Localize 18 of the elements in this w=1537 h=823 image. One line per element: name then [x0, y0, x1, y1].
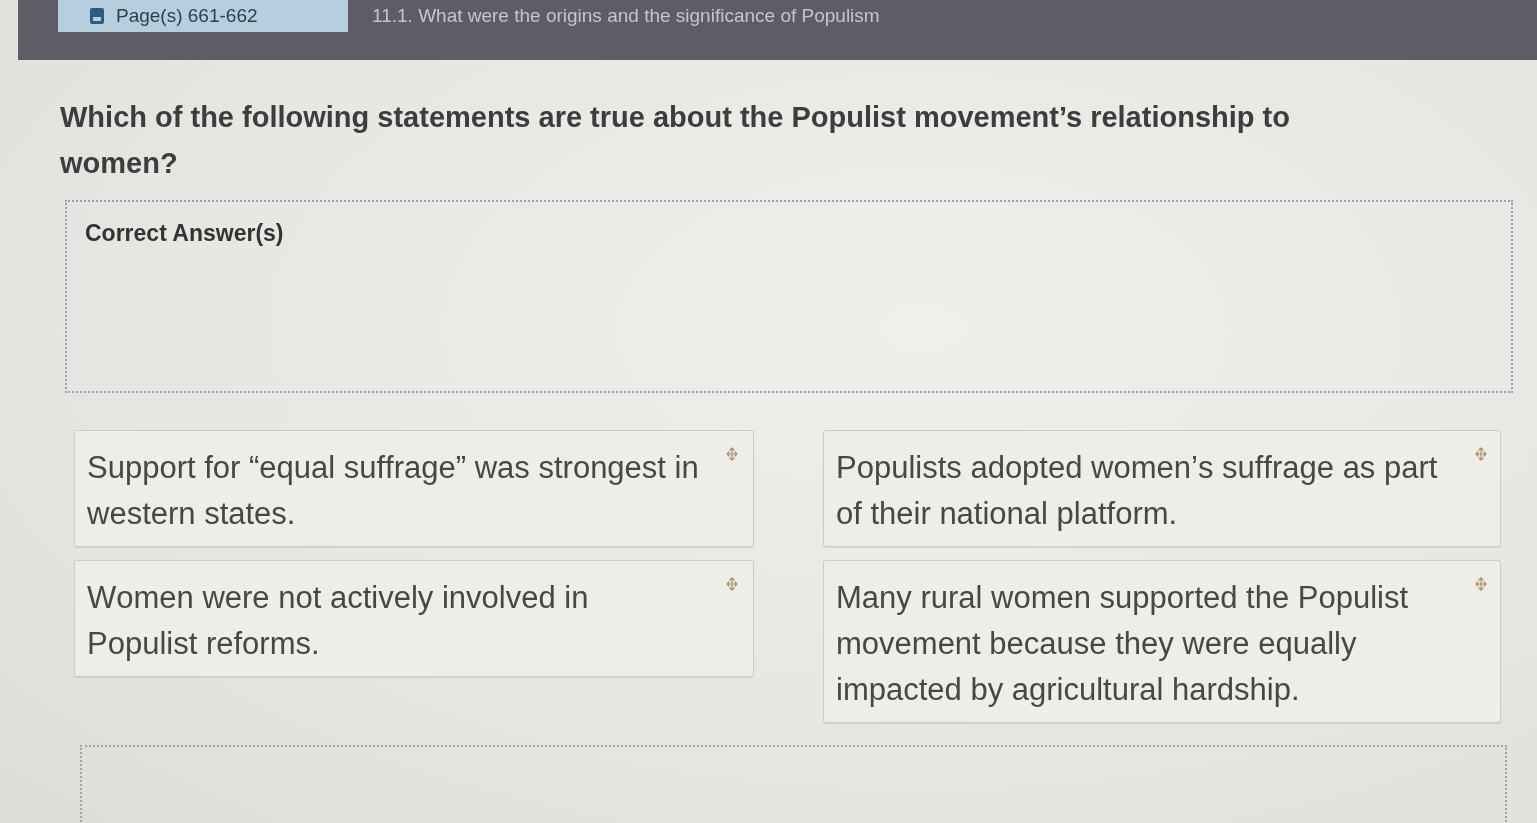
- answer-card[interactable]: Populists adopted women’s suffrage as part of their national platform.: [823, 430, 1501, 547]
- page-tab[interactable]: Page(s) 661-662: [58, 0, 348, 32]
- move-icon: [726, 577, 738, 591]
- answer-card[interactable]: Support for “equal suffrage” was strongest in western states.: [74, 430, 754, 547]
- move-icon: [1475, 447, 1487, 461]
- answer-text: Populists adopted women’s suffrage as part of their national platform.: [836, 449, 1439, 533]
- section-title: 11.1. What were the origins and the significance of Populism: [372, 5, 880, 27]
- answer-card[interactable]: Women were not actively involved in Populist reforms.: [74, 560, 754, 677]
- move-icon: [726, 447, 738, 461]
- answer-drop-zone[interactable]: Correct Answer(s): [65, 200, 1513, 393]
- zone-label: Correct Answer(s): [85, 220, 284, 247]
- move-icon: [1475, 577, 1487, 591]
- question-text: Which of the following statements are true about the Populist movement’s relationship to women?: [60, 100, 1291, 181]
- answer-card[interactable]: Many rural women supported the Populist movement because they were equally impacted by agricultural hardship.: [823, 560, 1501, 723]
- answer-text: Women were not actively involved in Populist reforms.: [87, 579, 590, 663]
- answer-text: Support for “equal suffrage” was strongest in western states.: [87, 449, 700, 533]
- document-icon: [90, 8, 104, 24]
- answer-text: Many rural women supported the Populist movement because they were equally impacted by agricultural hardship.: [836, 579, 1410, 709]
